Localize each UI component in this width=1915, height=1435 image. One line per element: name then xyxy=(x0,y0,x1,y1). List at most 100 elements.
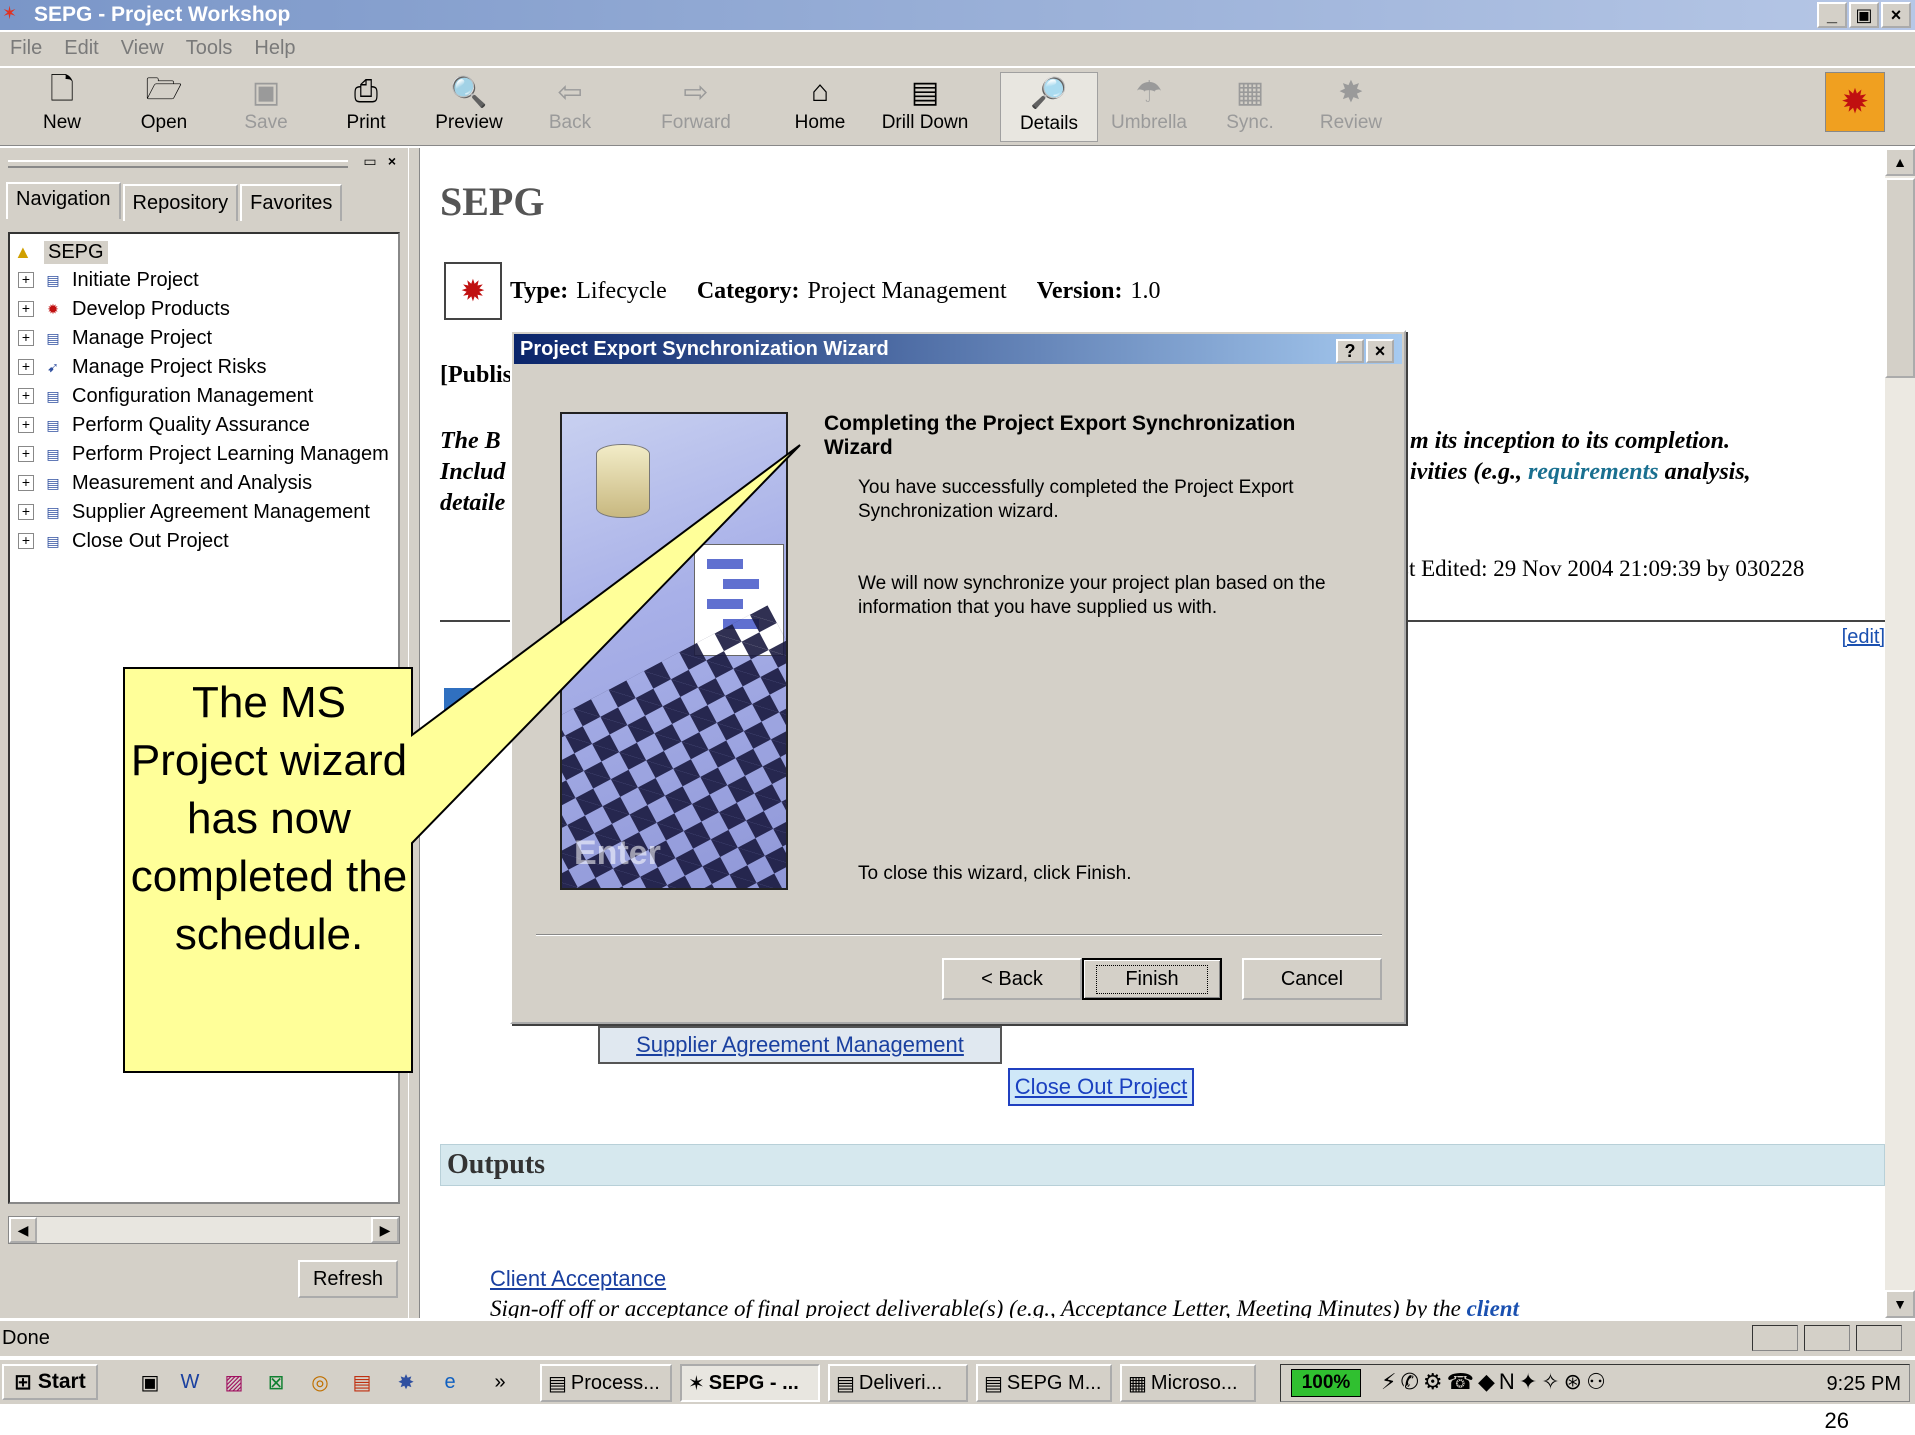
window-title: SEPG - Project Workshop xyxy=(34,3,291,26)
scroll-right-icon[interactable]: ▶ xyxy=(371,1217,399,1243)
tree-item-perform-quality-assurance[interactable]: + ▤ Perform Quality Assurance xyxy=(10,411,310,439)
taskbar-button-deliverables[interactable]: ▤ Deliveri... xyxy=(828,1364,968,1402)
expand-icon[interactable]: + xyxy=(18,417,34,433)
minimize-button[interactable]: _ xyxy=(1817,2,1847,28)
refresh-button[interactable]: Refresh xyxy=(298,1260,398,1298)
scroll-left-icon[interactable]: ◀ xyxy=(9,1217,37,1243)
back-wizard-button[interactable]: < Back xyxy=(942,958,1082,1000)
client-acceptance-link[interactable]: Client Acceptance xyxy=(490,1266,666,1292)
edit-link[interactable]: [edit] xyxy=(1842,626,1885,649)
preview-button[interactable]: 🔍 Preview xyxy=(424,72,514,142)
home-icon: ⌂ xyxy=(810,75,830,108)
help-button[interactable]: ? xyxy=(1336,339,1364,363)
umbrella-button[interactable]: ☂ Umbrella xyxy=(1104,72,1194,142)
app-icon: ▦ xyxy=(1128,1372,1147,1395)
quicklaunch-more-icon[interactable]: » xyxy=(486,1368,514,1396)
clock[interactable]: 9:25 PM xyxy=(1827,1373,1901,1396)
menu-file[interactable]: File xyxy=(2,32,50,66)
quicklaunch-word-icon[interactable]: W xyxy=(176,1368,204,1396)
drill-down-button[interactable]: ▤ Drill Down xyxy=(870,72,980,142)
description-right: m its inception to its completion. iviti… xyxy=(1410,428,1751,485)
scroll-up-icon[interactable]: ▲ xyxy=(1885,148,1915,176)
forward-arrow-icon: ⇨ xyxy=(683,75,709,109)
new-document-icon: 🗋 xyxy=(49,72,75,106)
quicklaunch-tool-icon[interactable]: ✸ xyxy=(392,1368,420,1396)
client-link[interactable]: client xyxy=(1467,1296,1519,1318)
close-out-project-box[interactable]: Close Out Project xyxy=(1008,1068,1194,1106)
close-window-button[interactable]: × xyxy=(1881,2,1911,28)
tree-item-measurement-and-analysis[interactable]: + ▤ Measurement and Analysis xyxy=(10,469,312,497)
tree-item-manage-project[interactable]: + ▤ Manage Project xyxy=(10,324,212,352)
quicklaunch-outlook-icon[interactable]: ◎ xyxy=(306,1368,334,1396)
zoom-indicator[interactable]: 100% xyxy=(1291,1369,1361,1397)
drill-down-icon: ▤ xyxy=(910,75,940,109)
sync-button[interactable]: ▦ Sync. xyxy=(1210,72,1290,142)
taskbar-button-sepg[interactable]: ✶ SEPG - ... xyxy=(680,1364,820,1402)
taskbar-button-sepg-m[interactable]: ▤ SEPG M... xyxy=(976,1364,1112,1402)
scroll-down-icon[interactable]: ▼ xyxy=(1885,1290,1915,1318)
tree-horizontal-scrollbar[interactable]: ◀ ▶ xyxy=(8,1216,400,1244)
taskbar-button-microsoft[interactable]: ▦ Microso... xyxy=(1120,1364,1256,1402)
expand-icon[interactable]: + xyxy=(18,533,34,549)
process-icon: ▤ xyxy=(46,474,60,491)
requirements-link[interactable]: requirements xyxy=(1528,459,1659,485)
tree-item-develop-products[interactable]: + ✹ Develop Products xyxy=(10,295,230,323)
save-button[interactable]: ▣ Save xyxy=(226,72,306,142)
finish-button[interactable]: Finish xyxy=(1082,958,1222,1000)
restore-button[interactable]: ▣ xyxy=(1849,2,1879,28)
menu-view[interactable]: View xyxy=(113,32,172,66)
tree-item-initiate-project[interactable]: + ▤ Initiate Project xyxy=(10,266,199,294)
tab-navigation[interactable]: Navigation xyxy=(6,182,121,219)
expand-icon[interactable]: + xyxy=(18,301,34,317)
content-vertical-scrollbar[interactable]: ▲ ▼ xyxy=(1885,148,1915,1318)
panel-grip[interactable] xyxy=(8,160,348,168)
menu-edit[interactable]: Edit xyxy=(56,32,106,66)
expand-icon[interactable]: + xyxy=(18,504,34,520)
expand-icon[interactable]: + xyxy=(18,359,34,375)
new-button[interactable]: 🗋 New xyxy=(22,72,102,142)
expand-icon[interactable]: + xyxy=(18,330,34,346)
forward-button[interactable]: ⇨ Forward xyxy=(646,72,746,142)
type-value: Lifecycle xyxy=(576,277,667,304)
quicklaunch-desktop-icon[interactable]: ▣ xyxy=(136,1368,164,1396)
quicklaunch-ie-icon[interactable]: e xyxy=(436,1368,464,1396)
expand-icon[interactable]: + xyxy=(18,388,34,404)
app-icon: ▤ xyxy=(548,1372,567,1395)
scroll-thumb[interactable] xyxy=(1885,178,1915,378)
quicklaunch-powerpoint-icon[interactable]: ▤ xyxy=(348,1368,376,1396)
review-icon: ✸ xyxy=(1338,75,1364,109)
tab-favorites[interactable]: Favorites xyxy=(240,184,343,221)
tree-item-manage-project-risks[interactable]: + ➹ Manage Project Risks xyxy=(10,353,267,381)
quicklaunch-access-icon[interactable]: ▨ xyxy=(220,1368,248,1396)
cancel-button[interactable]: Cancel xyxy=(1242,958,1382,1000)
supplier-agreement-box[interactable]: Supplier Agreement Management xyxy=(598,1026,1002,1064)
taskbar-button-process[interactable]: ▤ Process... xyxy=(540,1364,672,1402)
details-button[interactable]: 🔎 Details xyxy=(1000,72,1098,142)
dialog-title: Project Export Synchronization Wizard xyxy=(520,337,889,360)
process-icon: ▤ xyxy=(46,329,60,346)
app-icon: ▤ xyxy=(984,1372,1003,1395)
review-button[interactable]: ✸ Review xyxy=(1306,72,1396,142)
back-button[interactable]: ⇦ Back xyxy=(530,72,610,142)
dialog-close-button[interactable]: × xyxy=(1366,339,1394,363)
print-button[interactable]: ⎙ Print xyxy=(326,72,406,142)
panel-close-icon[interactable]: × xyxy=(382,152,402,170)
quicklaunch-excel-icon[interactable]: ⊠ xyxy=(262,1368,290,1396)
expand-icon[interactable]: + xyxy=(18,475,34,491)
tree-item-perform-project-learning[interactable]: + ▤ Perform Project Learning Managem xyxy=(10,440,389,468)
open-button[interactable]: 🗁 Open xyxy=(124,72,204,142)
process-box-stub[interactable] xyxy=(444,688,504,718)
panel-restore-icon[interactable]: ▭ xyxy=(360,152,380,170)
expand-icon[interactable]: + xyxy=(18,446,34,462)
menu-tools[interactable]: Tools xyxy=(178,32,241,66)
start-button[interactable]: ⊞ Start xyxy=(2,1364,98,1400)
tray-icons[interactable]: ⚡✆⚙☎◆N✦✧⊛⚇ xyxy=(1381,1369,1610,1395)
tree-item-configuration-management[interactable]: + ▤ Configuration Management xyxy=(10,382,313,410)
tree-item-close-out-project[interactable]: + ▤ Close Out Project xyxy=(10,527,229,555)
menu-help[interactable]: Help xyxy=(246,32,303,66)
tree-item-supplier-agreement-management[interactable]: + ▤ Supplier Agreement Management xyxy=(10,498,370,526)
expand-icon[interactable]: + xyxy=(18,272,34,288)
home-button[interactable]: ⌂ Home xyxy=(780,72,860,142)
tab-repository[interactable]: Repository xyxy=(122,184,239,221)
tree-root-sepg[interactable]: ▲ SEPG xyxy=(14,238,108,266)
